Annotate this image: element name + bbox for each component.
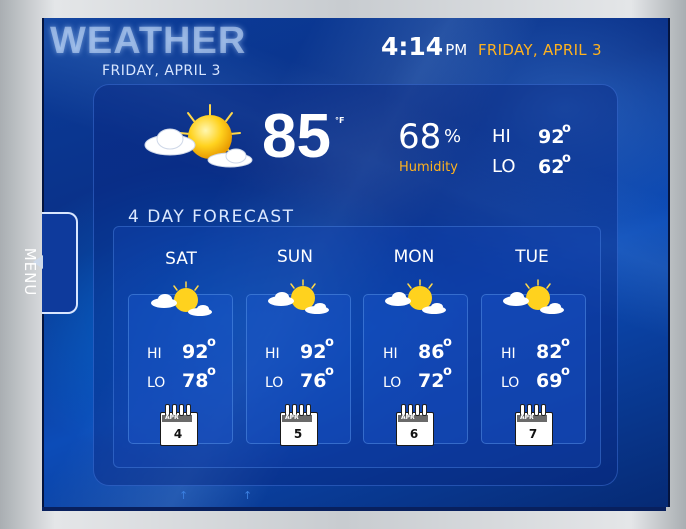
screen-bottom-strip <box>42 507 666 511</box>
forecast-day-name: TUE <box>515 247 549 267</box>
high-label: HI <box>147 346 162 362</box>
degree-mark: o <box>562 121 571 136</box>
forecast-title: 4 DAY FORECAST <box>128 207 295 227</box>
degree-mark: o <box>562 151 571 166</box>
low-value: 72 <box>418 370 445 392</box>
calendar-month: APR <box>285 414 299 421</box>
low-value: 69 <box>536 370 563 392</box>
high-value: 82 <box>536 341 563 363</box>
menu-tab[interactable] <box>42 212 78 314</box>
calendar-icon: APR 6 <box>396 404 434 446</box>
partly-cloudy-icon <box>268 279 329 314</box>
partly-cloudy-icon <box>385 279 446 314</box>
subtitle-date: FRIDAY, APRIL 3 <box>102 63 221 79</box>
calendar-month: APR <box>165 414 179 421</box>
low-label: LO <box>501 375 520 391</box>
humidity-value: 68 <box>398 117 442 157</box>
low-value: 76 <box>300 370 327 392</box>
low-value: 78 <box>182 370 209 392</box>
temperature-unit: °F <box>335 116 345 125</box>
high-value: 86 <box>418 341 445 363</box>
partly-cloudy-icon <box>503 279 564 314</box>
high-label: HI <box>501 346 516 362</box>
calendar-month: APR <box>401 414 415 421</box>
degree-mark: o <box>561 335 570 350</box>
clock-time: 4:14 <box>381 32 444 61</box>
calendar-icon: APR 7 <box>515 404 553 446</box>
degree-mark: o <box>443 364 452 379</box>
high-value: 92 <box>300 341 327 363</box>
clock-ampm: PM <box>445 41 468 59</box>
up-arrow-icon: ↑ <box>243 489 253 502</box>
low-label: LO <box>492 156 516 177</box>
degree-mark: o <box>443 335 452 350</box>
app-title: WEATHER <box>50 20 247 62</box>
calendar-icon: APR 4 <box>160 404 198 446</box>
high-label: HI <box>265 346 280 362</box>
degree-mark: o <box>561 364 570 379</box>
calendar-day: 7 <box>528 427 538 441</box>
high-label: HI <box>383 346 398 362</box>
low-label: LO <box>265 375 284 391</box>
high-label: HI <box>492 126 511 147</box>
partly-cloudy-icon <box>151 281 212 316</box>
partly-cloudy-icon <box>144 104 253 168</box>
forecast-day-name: MON <box>393 247 435 267</box>
degree-mark: o <box>207 335 216 350</box>
degree-mark: o <box>207 364 216 379</box>
low-value: 62 <box>538 156 565 178</box>
low-label: LO <box>383 375 402 391</box>
current-temperature: 85 <box>262 102 331 171</box>
calendar-month: APR <box>520 414 534 421</box>
calendar-day: 6 <box>409 427 419 441</box>
clock: 4:14 PM <box>381 32 467 61</box>
degree-mark: o <box>325 335 334 350</box>
forecast-day-name: SAT <box>165 249 197 269</box>
forecast-day-name: SUN <box>277 247 313 267</box>
calendar-day: 5 <box>293 427 303 441</box>
high-value: 92 <box>182 341 209 363</box>
header-date: FRIDAY, APRIL 3 <box>478 41 602 59</box>
up-arrow-icon: ↑ <box>179 489 189 502</box>
calendar-icon: APR 5 <box>280 404 318 446</box>
degree-mark: o <box>325 364 334 379</box>
high-value: 92 <box>538 126 565 148</box>
humidity-label: Humidity <box>399 160 458 175</box>
humidity-percent-sign: % <box>444 126 462 147</box>
low-label: LO <box>147 375 166 391</box>
menu-label[interactable]: MENU <box>21 244 39 300</box>
calendar-day: 4 <box>173 427 183 441</box>
